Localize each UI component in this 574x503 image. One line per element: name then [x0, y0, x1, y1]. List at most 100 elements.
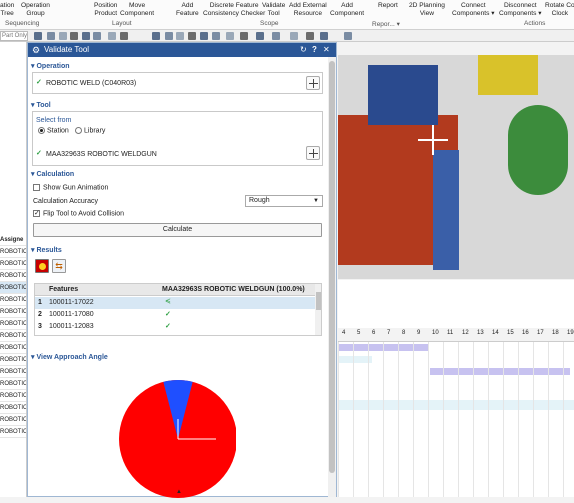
ribbon-button[interactable]: Disconnect Components ▾: [499, 2, 542, 18]
select-operation-icon[interactable]: [306, 76, 320, 90]
results-header-row: Features MAA32963S ROBOTIC WELDGUN (100.…: [35, 284, 315, 296]
gantt-grid-line: [503, 342, 504, 497]
toolbar-icon[interactable]: [108, 32, 116, 40]
collapse-arrow-icon[interactable]: ▲: [176, 489, 182, 495]
ribbon-button[interactable]: Add Component: [330, 2, 364, 18]
ribbon-button[interactable]: ation Tree: [0, 2, 14, 18]
operation-section-header[interactable]: ▾ Operation: [31, 62, 70, 70]
list-item[interactable]: ROBOTIC: [0, 402, 26, 414]
list-item[interactable]: ROBOTIC: [0, 306, 26, 318]
toolbar-icon[interactable]: [47, 32, 55, 40]
scrollbar-thumb[interactable]: [329, 61, 335, 473]
ribbon-group-label: Actions: [524, 20, 546, 27]
toolbar-icon[interactable]: [59, 32, 67, 40]
ribbon-button[interactable]: Rotate Co Clock: [545, 2, 574, 18]
toolbar-icon[interactable]: [70, 32, 78, 40]
ribbon-button[interactable]: Move Component: [120, 2, 154, 18]
list-item[interactable]: ROBOTIC: [0, 282, 26, 294]
table-scrollbar[interactable]: [315, 284, 321, 335]
list-item[interactable]: ROBOTIC: [0, 270, 26, 282]
list-item[interactable]: ROBOTIC: [0, 414, 26, 426]
toolbar-icon[interactable]: [152, 32, 160, 40]
list-item[interactable]: ROBOTIC: [0, 258, 26, 270]
toolbar-icon[interactable]: [34, 32, 42, 40]
station-radio[interactable]: Station: [38, 127, 69, 134]
list-item[interactable]: ROBOTIC: [0, 366, 26, 378]
ribbon-button[interactable]: Connect Components ▾: [452, 2, 495, 18]
gantt-column-label: 18: [552, 330, 559, 336]
calculation-section-header[interactable]: ▾ Calculation: [31, 170, 74, 178]
ribbon-button[interactable]: Discrete Feature Consistency Checker: [203, 2, 265, 18]
toolbar-icon[interactable]: [256, 32, 264, 40]
dialog-scrollbar[interactable]: [328, 57, 336, 497]
toolbar-icon[interactable]: [290, 32, 298, 40]
toolbar-icon[interactable]: [82, 32, 90, 40]
calculate-button[interactable]: Calculate: [33, 223, 322, 237]
results-section-header[interactable]: ▾ Results: [31, 246, 62, 254]
tool-column-header[interactable]: MAA32963S ROBOTIC WELDGUN (100.0%): [162, 286, 305, 293]
features-column-header[interactable]: Features: [49, 286, 78, 293]
list-item[interactable]: ROBOTIC: [0, 342, 26, 354]
toolbar-icon[interactable]: [212, 32, 220, 40]
toolbar-icon[interactable]: [176, 32, 184, 40]
list-item[interactable]: ROBOTIC: [0, 378, 26, 390]
tool-section-header[interactable]: ▾ Tool: [31, 101, 51, 109]
list-item[interactable]: ROBOTIC: [0, 426, 26, 438]
results-filter-icon[interactable]: ⇆: [52, 259, 66, 273]
scrollbar-thumb[interactable]: [316, 292, 321, 310]
toolbar-icon[interactable]: [320, 32, 328, 40]
ribbon-button[interactable]: Report: [378, 2, 398, 10]
gantt-column-label: 19: [567, 330, 574, 336]
reset-icon[interactable]: ↻: [300, 43, 307, 57]
list-item[interactable]: ROBOTIC: [0, 246, 26, 258]
close-icon[interactable]: ✕: [323, 43, 330, 57]
table-row[interactable]: 3 100011-12083 ✓: [35, 321, 315, 333]
validate-tool-dialog: ⚙ Validate Tool ↻ ? ✕ ▾ Operation ✓ ROBO…: [27, 42, 337, 498]
gantt-grid-line: [428, 342, 429, 497]
crosshair-icon: [418, 125, 448, 155]
assignee-column-header[interactable]: Assigne: [0, 234, 26, 246]
ribbon-button[interactable]: Validate Tool: [262, 2, 285, 18]
table-row[interactable]: 1 100011-17022 ≼: [35, 297, 315, 309]
toolbar-icon[interactable]: [188, 32, 196, 40]
approach-section-header[interactable]: ▾ View Approach Angle: [31, 353, 108, 361]
table-row[interactable]: 2 100011-17080 ✓: [35, 309, 315, 321]
ribbon-button[interactable]: Add External Resource: [289, 2, 327, 18]
results-tool-icon[interactable]: [35, 259, 49, 273]
toolbar-icon[interactable]: [344, 32, 352, 40]
gantt-grid-line: [533, 342, 534, 497]
ribbon-button[interactable]: Add Feature: [176, 2, 199, 18]
toolbar-icon[interactable]: [200, 32, 208, 40]
toolbar-icon[interactable]: [306, 32, 314, 40]
dialog-title-bar: ⚙ Validate Tool ↻ ? ✕: [28, 43, 336, 57]
gantt-bar[interactable]: [338, 356, 372, 363]
ribbon-button[interactable]: Position Product: [94, 2, 117, 18]
toolbar-icon[interactable]: [226, 32, 234, 40]
gantt-bar[interactable]: [430, 368, 570, 375]
list-item[interactable]: ROBOTIC: [0, 330, 26, 342]
ribbon-group-label: Repor... ▾: [372, 21, 400, 28]
library-radio[interactable]: Library: [75, 127, 105, 134]
radio-icon: [75, 127, 82, 134]
accuracy-select[interactable]: Rough ▼: [245, 195, 323, 207]
list-item[interactable]: ROBOTIC: [0, 354, 26, 366]
ribbon-button[interactable]: 2D Planning View: [409, 2, 445, 18]
3d-viewport[interactable]: [338, 55, 574, 279]
show-gun-animation-checkbox[interactable]: Show Gun Animation: [33, 184, 108, 191]
flip-tool-checkbox[interactable]: ✓ Flip Tool to Avoid Collision: [33, 210, 124, 217]
help-icon[interactable]: ?: [312, 43, 317, 57]
toolbar-icon[interactable]: [120, 32, 128, 40]
list-item[interactable]: ROBOTIC: [0, 318, 26, 330]
gantt-column-label: 4: [342, 330, 346, 336]
gantt-grid-line: [548, 342, 549, 497]
toolbar-icon[interactable]: [240, 32, 248, 40]
list-item[interactable]: ROBOTIC: [0, 294, 26, 306]
toolbar-icon[interactable]: [165, 32, 173, 40]
part-filter-select[interactable]: Part Only: [0, 31, 28, 41]
ribbon: ation Tree Operation Group Position Produc…: [0, 0, 574, 30]
select-tool-icon[interactable]: [306, 146, 320, 160]
toolbar-icon[interactable]: [93, 32, 101, 40]
toolbar-icon[interactable]: [272, 32, 280, 40]
list-item[interactable]: ROBOTIC: [0, 390, 26, 402]
ribbon-button[interactable]: Operation Group: [21, 2, 50, 18]
